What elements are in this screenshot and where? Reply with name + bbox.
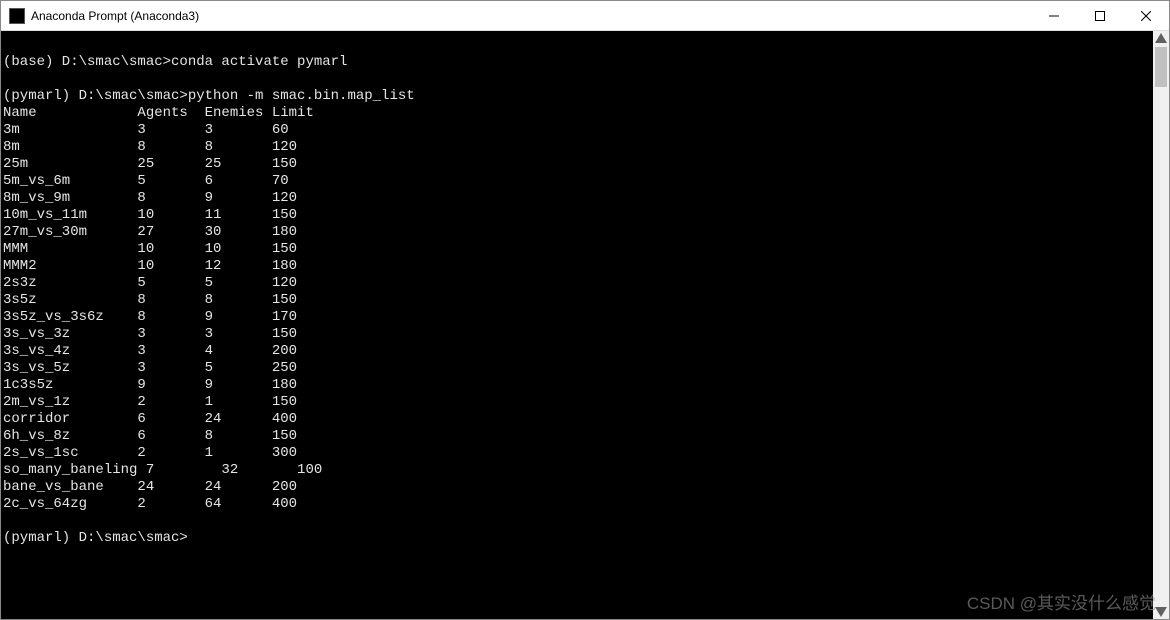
- titlebar: Anaconda Prompt (Anaconda3): [1, 1, 1169, 31]
- scroll-track[interactable]: [1153, 47, 1169, 603]
- scroll-thumb[interactable]: [1155, 47, 1167, 87]
- maximize-button[interactable]: [1077, 1, 1123, 30]
- minimize-button[interactable]: [1031, 1, 1077, 30]
- terminal-body: (base) D:\smac\smac>conda activate pymar…: [1, 31, 1169, 619]
- app-icon: [9, 8, 25, 24]
- window-controls: [1031, 1, 1169, 30]
- scrollbar[interactable]: [1153, 31, 1169, 619]
- terminal-window: Anaconda Prompt (Anaconda3) (base) D:\sm…: [0, 0, 1170, 620]
- terminal-output[interactable]: (base) D:\smac\smac>conda activate pymar…: [1, 31, 1153, 619]
- scroll-down-button[interactable]: [1153, 603, 1169, 619]
- window-title: Anaconda Prompt (Anaconda3): [31, 9, 1031, 23]
- scroll-up-button[interactable]: [1153, 31, 1169, 47]
- close-button[interactable]: [1123, 1, 1169, 30]
